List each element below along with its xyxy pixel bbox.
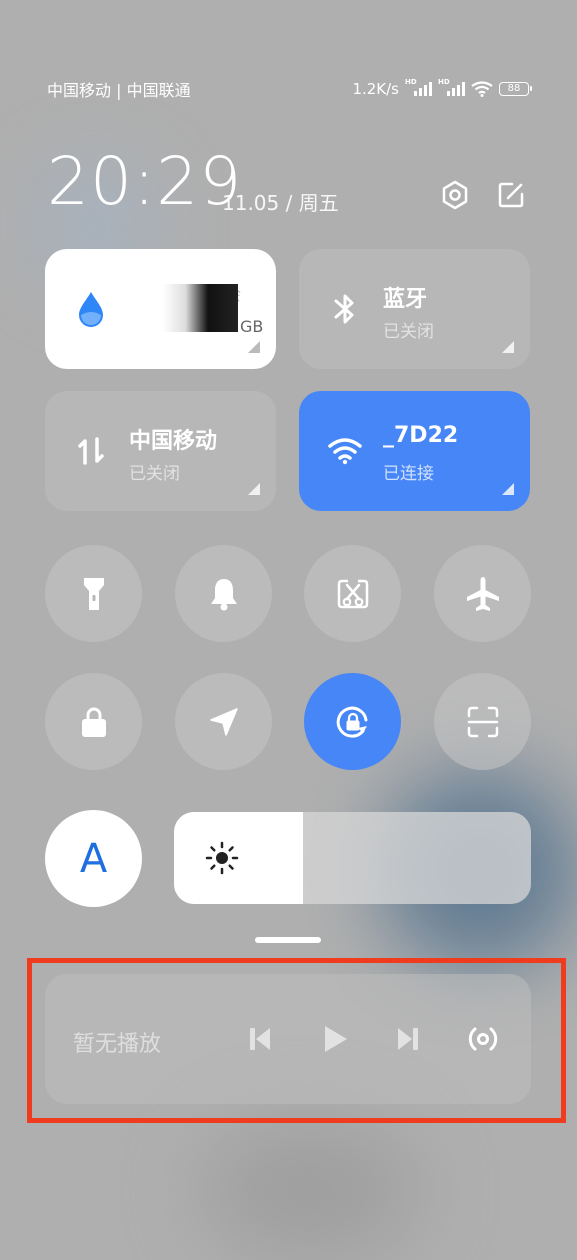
wifi-icon [325,431,365,471]
clock-time: 20:29 [47,143,243,220]
bluetooth-status: 已关闭 [383,322,434,342]
wifi-title: _7D22 [383,423,459,448]
toggle-scanner[interactable] [434,673,531,770]
bluetooth-title: 蓝牙 [383,287,428,312]
wifi-status-icon [471,81,493,97]
drag-handle[interactable] [255,937,321,943]
redacted-block [163,284,238,332]
toggle-lock-screen[interactable] [45,673,142,770]
mobile-data-tile[interactable]: 中国移动 已关闭 [45,391,276,511]
signal-sim2-icon: HD [438,78,465,96]
toggle-flashlight[interactable] [45,545,142,642]
brightness-slider[interactable] [174,812,531,904]
highlight-box [27,958,566,1123]
toggle-screenshot[interactable] [304,545,401,642]
expand-corner-icon [502,341,514,353]
mobile-data-title: 中国移动 [129,429,218,454]
bell-icon [210,578,237,610]
toggle-mute[interactable] [175,545,272,642]
auto-brightness-button[interactable]: A [45,810,142,907]
status-bar: 中国移动 | 中国联通 1.2K/s HD HD 88 [47,78,532,100]
bluetooth-icon [325,289,365,329]
toggle-rotation-lock[interactable] [304,673,401,770]
battery-icon: 88 [499,82,532,96]
airplane-icon [466,576,499,611]
clock-date: 11.05 / 周五 [222,191,339,215]
sun-icon [205,841,239,875]
location-icon [209,707,238,736]
water-drop-icon [71,289,111,329]
expand-corner-icon [248,483,260,495]
expand-corner-icon [248,341,260,353]
data-usage-tile[interactable]: 剩余 GB [45,249,276,369]
edit-icon[interactable] [494,178,528,212]
signal-sim1-icon: HD [405,78,432,96]
flashlight-icon [83,577,104,610]
settings-icon[interactable] [438,178,472,212]
lock-icon [81,707,106,737]
carrier-names: 中国移动 | 中国联通 [47,81,191,100]
network-speed: 1.2K/s [352,80,399,98]
scan-icon [467,706,498,737]
mobile-data-status: 已关闭 [129,464,180,484]
data-usage-value: GB [240,317,264,336]
toggle-location[interactable] [175,673,272,770]
background-blob [200,1120,420,1260]
mobile-data-icon [71,431,111,471]
wifi-tile[interactable]: _7D22 已连接 [299,391,530,511]
status-indicators: 1.2K/s HD HD 88 [352,78,532,98]
toggle-airplane-mode[interactable] [434,545,531,642]
rotation-lock-icon [336,706,367,738]
screenshot-icon [337,579,368,608]
bluetooth-tile[interactable]: 蓝牙 已关闭 [299,249,530,369]
wifi-status: 已连接 [383,464,434,484]
expand-corner-icon [502,483,514,495]
